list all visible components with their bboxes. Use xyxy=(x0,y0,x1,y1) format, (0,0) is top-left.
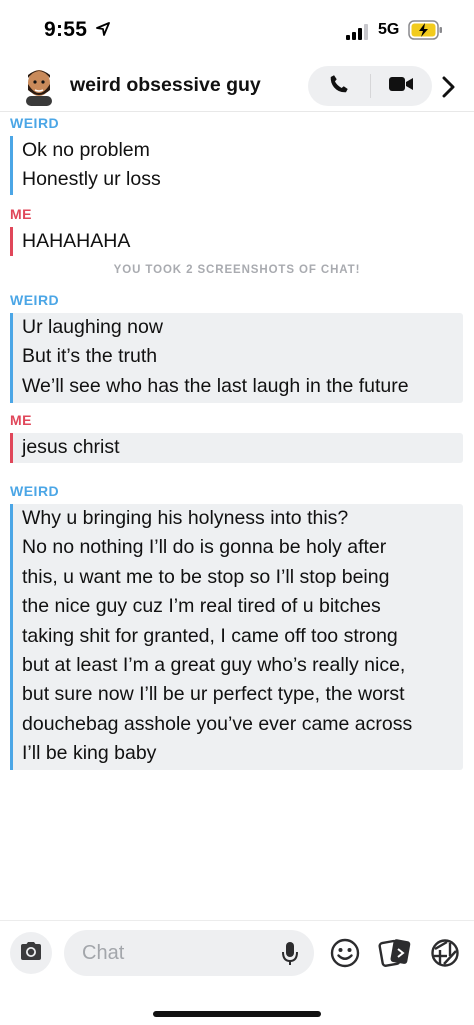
message-group: HAHAHAHA xyxy=(10,227,210,257)
message-line: but at least I’m a great guy who’s reall… xyxy=(22,654,406,677)
sender-label: ME xyxy=(10,206,32,222)
composer-bar xyxy=(0,920,474,1025)
chat-header: weird obsessive guy xyxy=(0,62,474,112)
message-line: HAHAHAHA xyxy=(22,230,131,252)
message-line: jesus christ xyxy=(22,436,120,458)
message-line: Ok no problem xyxy=(22,139,150,161)
message-group: jesus christ xyxy=(10,433,463,463)
call-controls xyxy=(308,66,432,106)
screenshot-notice: YOU TOOK 2 SCREENSHOTS OF CHAT! xyxy=(113,264,361,276)
message-line: I’ll be king baby xyxy=(22,742,157,765)
sender-label: WEIRD xyxy=(10,483,60,499)
message-line: No no nothing I’ll do is gonna be holy a… xyxy=(22,536,387,559)
message-line: taking shit for granted, I came off too … xyxy=(22,624,398,647)
contact-name[interactable]: weird obsessive guy xyxy=(70,74,261,97)
message-line: the nice guy cuz I’m real tired of u bit… xyxy=(22,595,381,618)
message-line: this, u want me to be stop so I’ll stop … xyxy=(22,565,390,588)
sender-label: WEIRD xyxy=(10,115,60,131)
microphone-icon[interactable] xyxy=(276,939,304,969)
cards-icon[interactable] xyxy=(378,937,412,974)
status-time: 9:55 xyxy=(44,18,88,41)
message-group: Ur laughing now But it’s the truth We’ll… xyxy=(10,313,463,403)
location-arrow-icon xyxy=(96,22,110,41)
message-line: Why u bringing his holyness into this? xyxy=(22,507,349,529)
video-camera-icon xyxy=(388,75,414,98)
network-label: 5G xyxy=(378,21,400,38)
lens-icon[interactable] xyxy=(430,938,460,973)
phone-icon xyxy=(328,73,350,100)
sender-label: ME xyxy=(10,412,32,428)
message-line: but sure now I’ll be ur perfect type, th… xyxy=(22,683,405,706)
message-line: But it’s the truth xyxy=(22,345,158,368)
message-line: We’ll see who has the last laugh in the … xyxy=(22,374,409,397)
message-line: Honestly ur loss xyxy=(22,168,161,191)
video-call-button[interactable] xyxy=(370,66,432,106)
home-indicator xyxy=(153,1011,321,1017)
message-line: douchebag asshole you’ve ever came acros… xyxy=(22,712,413,735)
message-group: Ok no problem Honestly ur loss xyxy=(10,136,210,195)
camera-icon xyxy=(19,941,43,966)
sender-label: WEIRD xyxy=(10,292,60,308)
message-line: Ur laughing now xyxy=(22,316,163,338)
status-bar: 9:55 5G xyxy=(0,0,474,62)
signal-icon xyxy=(346,24,370,45)
battery-charging-icon xyxy=(408,20,444,45)
camera-button[interactable] xyxy=(10,932,52,974)
voice-call-button[interactable] xyxy=(308,66,370,106)
chevron-right-icon[interactable] xyxy=(436,70,460,104)
bitmoji-avatar[interactable] xyxy=(20,66,58,106)
message-group: Why u bringing his holyness into this? N… xyxy=(10,504,463,770)
emoji-icon[interactable] xyxy=(330,938,360,973)
